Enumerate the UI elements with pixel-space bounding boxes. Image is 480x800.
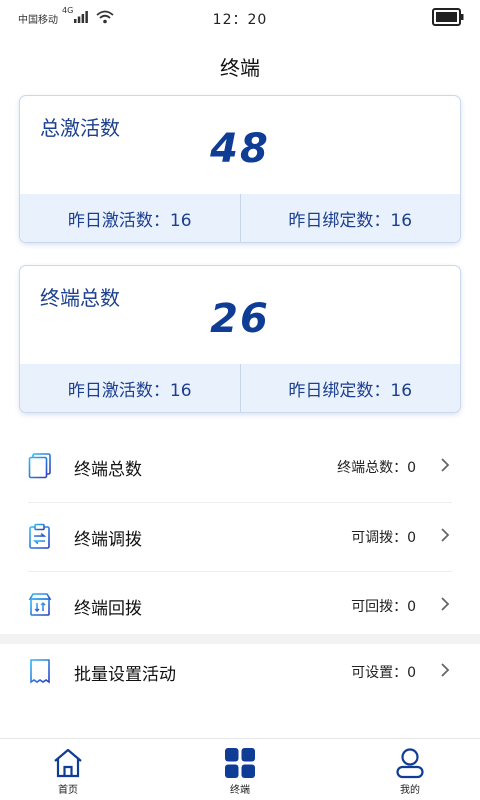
page-title: 终端 bbox=[220, 56, 260, 80]
total-activated-card: 总激活数 48 昨日激活数：16 昨日绑定数：16 bbox=[20, 96, 460, 242]
row-value: 终端总数：0 bbox=[337, 460, 416, 476]
nav-home[interactable]: 首页 bbox=[8, 739, 128, 800]
return-box-icon bbox=[28, 593, 52, 616]
battery-icon bbox=[432, 8, 464, 26]
list-item-terminal-total[interactable]: 终端总数 终端总数：0 bbox=[0, 433, 480, 501]
user-icon bbox=[396, 748, 424, 779]
total-terminals-card: 终端总数 26 昨日激活数：16 昨日绑定数：16 bbox=[20, 266, 460, 412]
card-value: 48 bbox=[210, 126, 270, 172]
chevron-right-icon bbox=[441, 458, 450, 472]
nav-profile[interactable]: 我的 bbox=[350, 739, 470, 800]
nav-label: 终端 bbox=[230, 785, 250, 796]
chevron-right-icon bbox=[441, 528, 450, 542]
row-label: 终端调拨 bbox=[74, 530, 142, 550]
yesterday-bound: 昨日绑定数：16 bbox=[288, 210, 413, 231]
row-label: 终端总数 bbox=[74, 460, 142, 480]
nav-terminal[interactable]: 终端 bbox=[180, 739, 300, 800]
row-value: 可回拨：0 bbox=[351, 599, 416, 615]
status-time: 12：20 bbox=[212, 12, 268, 28]
chevron-right-icon bbox=[441, 663, 450, 677]
list-item-terminal-transfer[interactable]: 终端调拨 可调拨：0 bbox=[0, 503, 480, 571]
list-item-batch-activity[interactable]: 批量设置活动 可设置：0 bbox=[0, 638, 480, 706]
card-value: 26 bbox=[210, 296, 270, 342]
yesterday-bound: 昨日绑定数：16 bbox=[288, 380, 413, 401]
row-label: 终端回拨 bbox=[74, 599, 142, 619]
row-label: 批量设置活动 bbox=[74, 665, 176, 685]
receipt-icon bbox=[30, 659, 50, 684]
yesterday-activated: 昨日激活数：16 bbox=[67, 210, 192, 231]
yesterday-activated: 昨日激活数：16 bbox=[67, 380, 192, 401]
card-footer: 昨日激活数：16 昨日绑定数：16 bbox=[20, 194, 460, 242]
card-footer: 昨日激活数：16 昨日绑定数：16 bbox=[20, 364, 460, 412]
nav-label: 首页 bbox=[58, 785, 78, 796]
grid-icon bbox=[225, 748, 255, 778]
chevron-right-icon bbox=[441, 597, 450, 611]
status-bar: 中国移动 4G 12：20 bbox=[0, 0, 480, 34]
row-value: 可设置：0 bbox=[351, 665, 416, 681]
terminal-list-icon bbox=[28, 453, 51, 479]
home-icon bbox=[54, 748, 82, 778]
list-item-terminal-return[interactable]: 终端回拨 可回拨：0 bbox=[0, 572, 480, 640]
nav-label: 我的 bbox=[400, 785, 420, 796]
row-value: 可调拨：0 bbox=[351, 530, 416, 546]
transfer-clipboard-icon bbox=[29, 523, 50, 549]
bottom-navigation: 首页 终端 我的 bbox=[0, 738, 480, 800]
